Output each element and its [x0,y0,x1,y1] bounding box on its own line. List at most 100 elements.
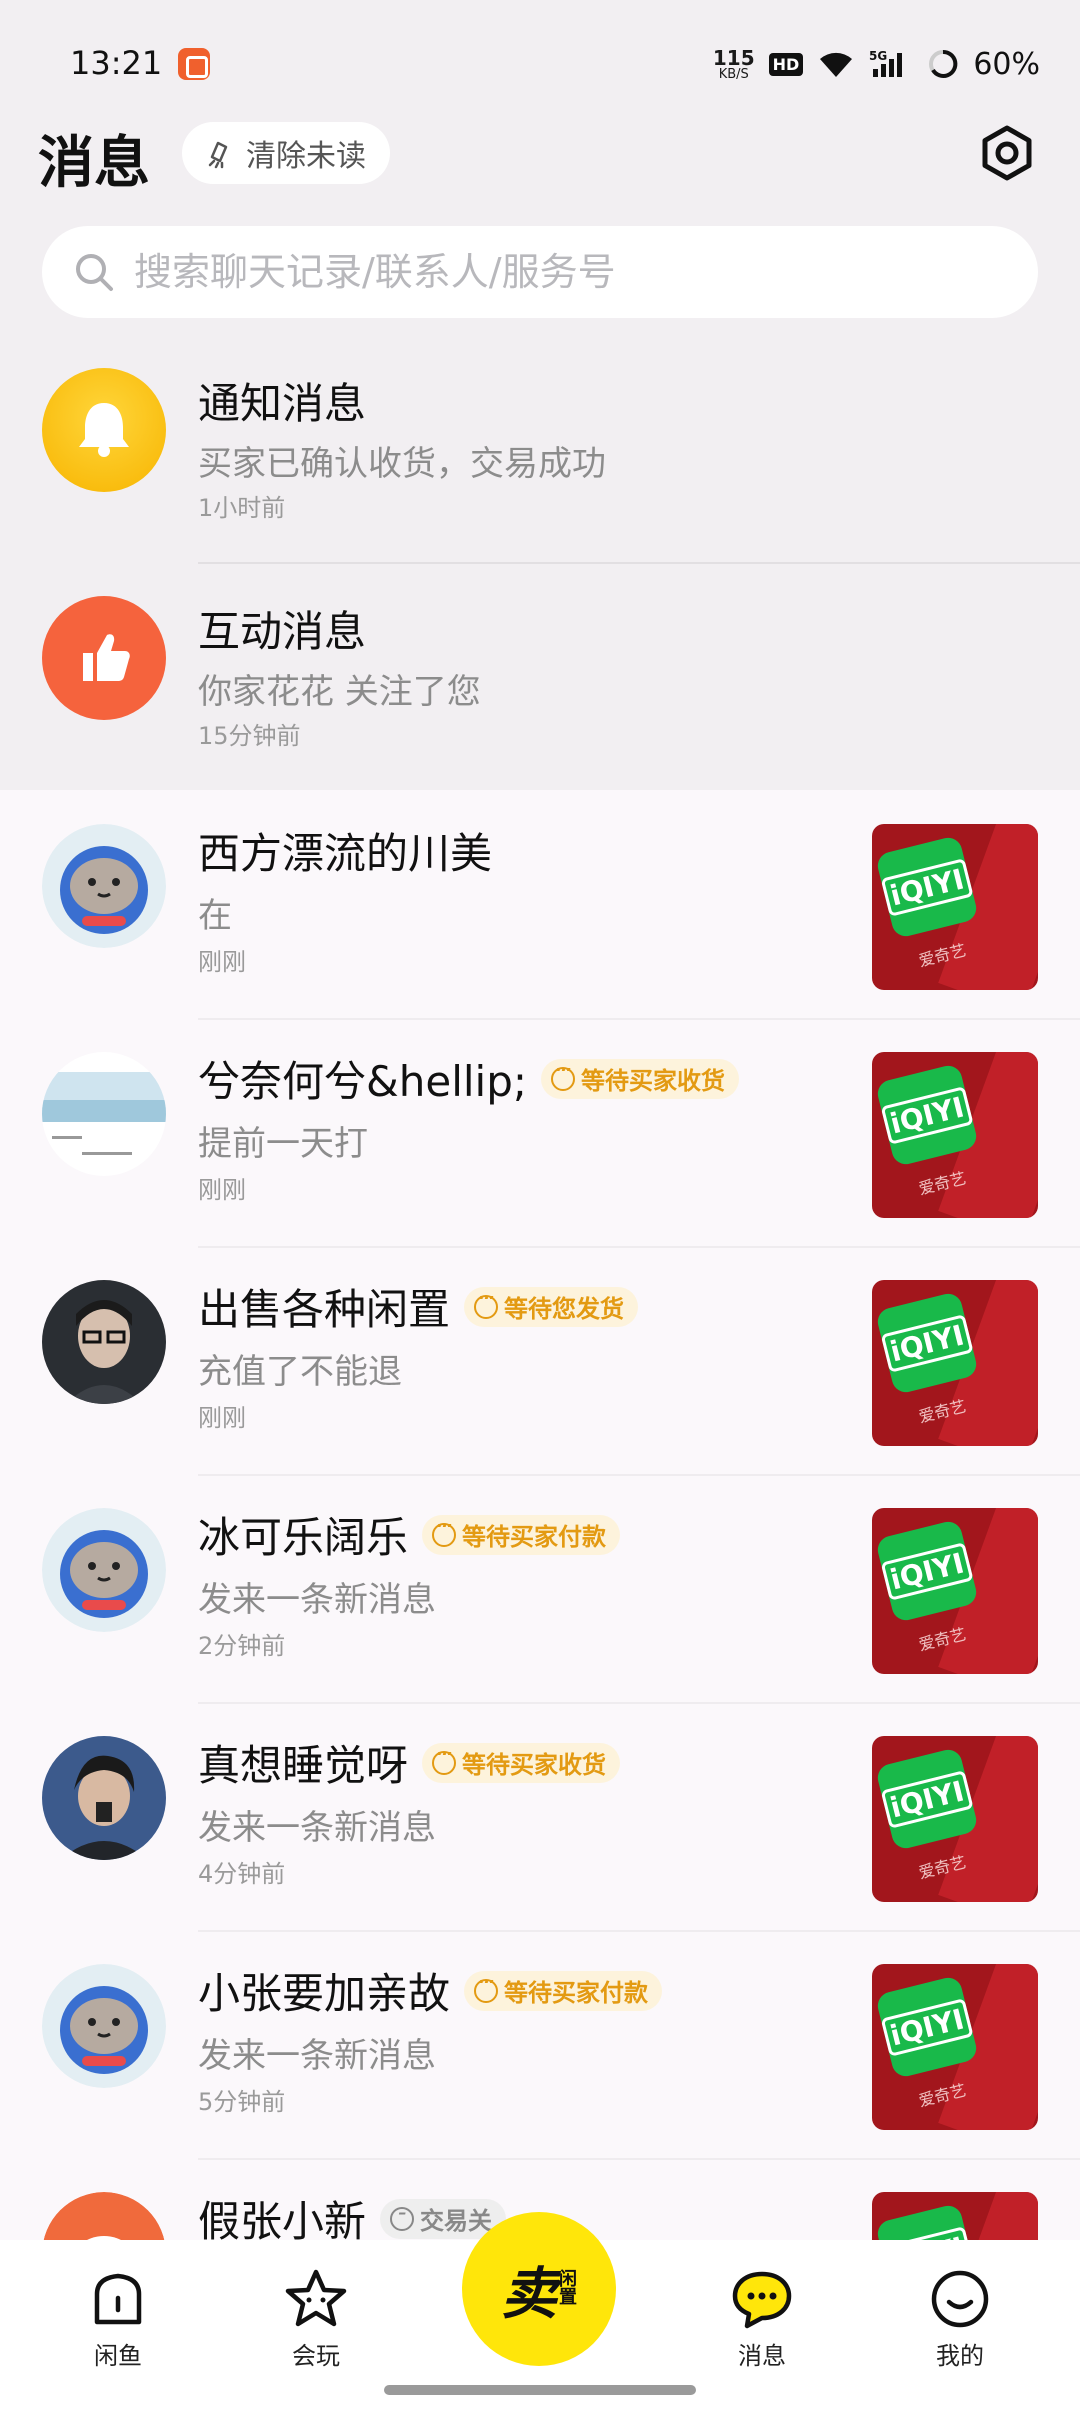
settings-button[interactable] [974,120,1040,186]
order-status-label: 等待您发货 [504,1295,625,1323]
chat-name: 冰可乐阔乐 [198,1513,409,1562]
chat-name-line: 真想睡觉呀 等待买家收货 [198,1732,621,1793]
chat-row[interactable]: 真想睡觉呀 等待买家收货 发来一条新消息 4分钟前 iQIYI 爱奇艺 [0,1704,1080,1932]
wifi-icon [817,49,855,79]
app-notification-icon [178,48,210,80]
chat-name-line: 西方漂流的川美 [198,820,492,881]
chat-name: 兮奈何兮&hellip; [198,1057,528,1106]
sell-sub-label: 闲 置 [559,2271,577,2307]
chat-name-line: 出售各种闲置 等待您发货 [198,1276,639,1337]
sell-idle-button[interactable]: 卖 闲 置 [462,2212,616,2366]
more-dots-icon [474,1288,499,1319]
more-dots-icon [551,1060,576,1091]
order-status-tag: 等待买家付款 [422,1514,621,1555]
chat-last-message: 提前一天打 [198,1124,368,1164]
network-speed-value: 115 [712,45,755,70]
scenery-avatar [42,1052,166,1176]
chat-last-message: 发来一条新消息 [198,1580,436,1620]
interaction-avatar [42,596,166,720]
clear-unread-button[interactable]: 清除未读 [182,122,390,184]
search-input[interactable] [134,250,1014,294]
battery-percentage: 60% [973,46,1040,82]
svg-text:5G: 5G [869,49,887,63]
chat-last-message: 发来一条新消息 [198,2036,436,2076]
system-message-subtitle: 买家已确认收货，交易成功 [198,444,606,484]
home-icon [94,2273,142,2325]
broom-icon [208,141,228,169]
chat-last-message: 在 [198,896,232,936]
thumbs-up-icon [83,634,130,681]
network-speed-unit: KB/S [718,66,749,82]
status-indicators: 115 KB/S HD 5G 60% [713,44,1040,84]
thumb-logo-text: iQIYI [880,1997,974,2057]
system-message-time: 15分钟前 [198,722,301,750]
bell-icon [79,403,129,457]
product-thumbnail[interactable]: iQIYI 爱奇艺 [872,1508,1038,1674]
thumb-logo-text: iQIYI [880,1769,974,1829]
product-thumbnail[interactable]: iQIYI 爱奇艺 [872,1964,1038,2130]
chat-name: 小张要加亲故 [198,1969,451,2018]
chat-name-line: 兮奈何兮&hellip; 等待买家收货 [198,1048,740,1109]
hd-badge: HD [768,52,804,76]
chat-row[interactable]: 冰可乐阔乐 等待买家付款 发来一条新消息 2分钟前 iQIYI 爱奇艺 [0,1476,1080,1704]
chat-name-line: 小张要加亲故 等待买家付款 [198,1960,663,2021]
nav-item-home[interactable]: 闲鱼 [58,2268,178,2371]
sell-sub-label-2: 置 [559,2287,577,2308]
nav-item-me[interactable]: 我的 [900,2268,1020,2371]
signal-5g-icon: 5G [869,49,913,79]
chat-time: 刚刚 [198,1404,246,1432]
search-bar[interactable] [42,226,1038,318]
more-dots-icon [474,1972,499,2003]
product-thumbnail[interactable]: iQIYI 爱奇艺 [872,1736,1038,1902]
page-title: 消息 [38,131,150,196]
star-face-icon [285,2269,347,2327]
more-dots-icon [432,1744,457,1775]
product-thumbnail[interactable]: iQIYI 爱奇艺 [872,824,1038,990]
minus-circle-icon [390,2203,415,2231]
chat-name-line: 冰可乐阔乐 等待买家付款 [198,1504,621,1565]
chat-time: 5分钟前 [198,2088,286,2116]
chat-name: 出售各种闲置 [198,1285,451,1334]
order-status-label: 等待买家付款 [462,1523,607,1551]
system-message-row[interactable]: 通知消息 买家已确认收货，交易成功 1小时前 [0,336,1080,564]
system-message-title: 互动消息 [198,607,367,656]
chat-name: 真想睡觉呀 [198,1741,409,1790]
chat-row[interactable]: 小张要加亲故 等待买家付款 发来一条新消息 5分钟前 iQIYI 爱奇艺 [0,1932,1080,2160]
cat-astronaut-avatar [42,1508,166,1632]
cat-astronaut-avatar [42,1964,166,2088]
cat-astronaut-avatar [42,824,166,948]
order-status-tag: 等待买家付款 [464,1970,663,2011]
status-time: 13:21 [70,44,163,82]
gear-icon [982,125,1032,181]
chat-row[interactable]: 兮奈何兮&hellip; 等待买家收货 提前一天打 刚刚 iQIYI 爱奇艺 [0,1020,1080,1248]
nav-label: 闲鱼 [94,2342,142,2370]
status-bar: 13:21 115 KB/S HD 5G 60% [0,0,1080,130]
thumb-logo-text: iQIYI [880,1541,974,1601]
system-message-title: 通知消息 [198,379,367,428]
network-speed: 115 KB/S [713,48,755,81]
sell-main-label: 卖 [501,2261,557,2327]
chat-time: 2分钟前 [198,1632,286,1660]
smile-icon [931,2270,989,2328]
order-status-label: 等待买家付款 [504,1979,649,2007]
chat-row[interactable]: 西方漂流的川美 在 刚刚 iQIYI 爱奇艺 [0,792,1080,1020]
chat-time: 刚刚 [198,1176,246,1204]
order-status-tag: 等待您发货 [464,1286,639,1327]
young-man-avatar [42,1736,166,1860]
search-icon [76,254,113,291]
order-status-tag: 等待买家收货 [422,1742,621,1783]
nav-item-messages[interactable]: 消息 [702,2268,822,2371]
man-glasses-avatar [42,1280,166,1404]
thumb-logo-text: iQIYI [880,857,974,917]
home-indicator[interactable] [384,2385,696,2395]
product-thumbnail[interactable]: iQIYI 爱奇艺 [872,1052,1038,1218]
system-message-row[interactable]: 互动消息 你家花花 关注了您 15分钟前 [0,564,1080,792]
nav-label: 消息 [738,2342,786,2370]
chat-time: 4分钟前 [198,1860,286,1888]
more-dots-icon [432,1516,457,1547]
product-thumbnail[interactable]: iQIYI 爱奇艺 [872,1280,1038,1446]
order-status-label: 等待买家收货 [462,1751,607,1779]
chat-name: 西方漂流的川美 [198,829,493,878]
nav-item-play[interactable]: 会玩 [256,2268,376,2371]
chat-row[interactable]: 出售各种闲置 等待您发货 充值了不能退 刚刚 iQIYI 爱奇艺 [0,1248,1080,1476]
